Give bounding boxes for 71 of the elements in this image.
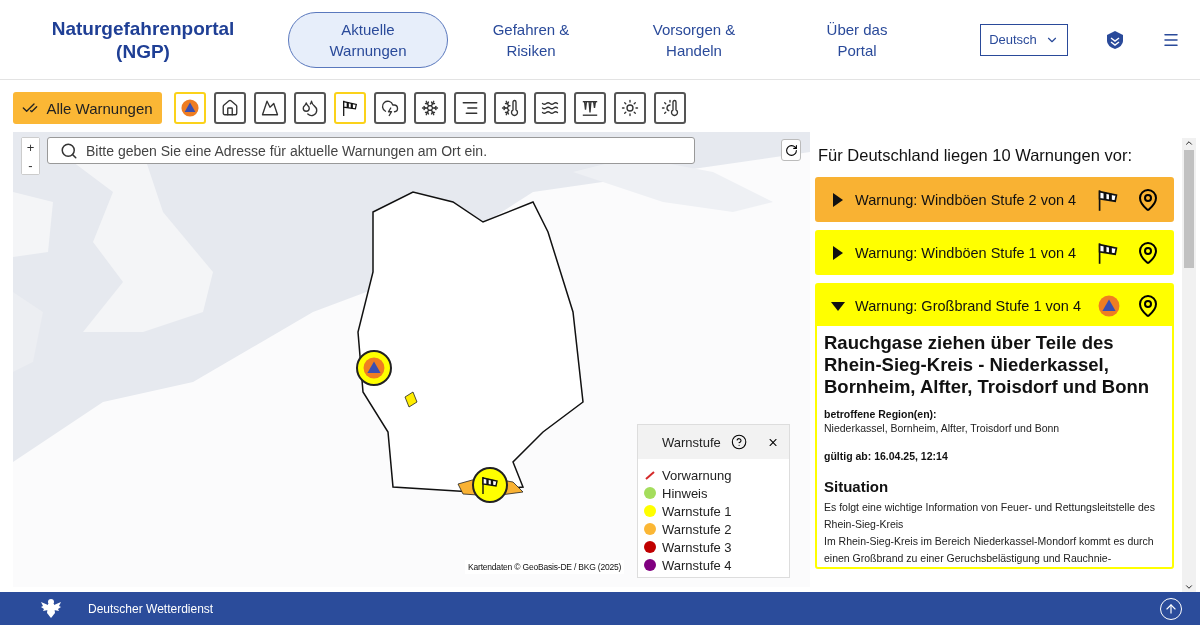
legend-label: Warnstufe 4 — [662, 557, 732, 573]
nav-link[interactable]: Vorsorgen & Handeln — [614, 11, 774, 68]
legend-label: Vorwarnung — [662, 467, 732, 483]
scroll-up-icon — [1184, 138, 1194, 148]
warning-header[interactable]: Warnung: Windböen Stufe 1 von 4 — [817, 232, 1172, 273]
language-select[interactable]: Deutsch — [980, 23, 1068, 56]
nav-link[interactable]: Gefahren & Risiken — [451, 11, 611, 68]
sun-icon — [621, 99, 639, 117]
thermometer-snowflake-icon — [501, 99, 519, 117]
snowflake-icon — [421, 99, 439, 117]
valid-from-text: gültig ab: 16.04.25, 12:14 — [824, 450, 949, 462]
filter-button[interactable] — [494, 92, 526, 124]
location-pin-icon[interactable] — [1136, 293, 1160, 318]
civil-protection-icon — [1098, 294, 1120, 317]
windsock-icon — [341, 99, 359, 117]
section-heading: Situation — [824, 478, 890, 495]
reload-button[interactable] — [781, 139, 801, 161]
droplets-icon — [301, 99, 319, 117]
all-warnings-button[interactable]: Alle Warnungen — [13, 92, 162, 124]
filter-button[interactable] — [414, 92, 446, 124]
fog-lines-icon — [461, 99, 479, 117]
windsock-icon — [1096, 187, 1120, 212]
warning-header[interactable]: Warnung: Windböen Stufe 2 von 4 — [817, 179, 1172, 220]
legend-label: Warnstufe 1 — [662, 503, 732, 519]
map-attribution: Kartendaten © GeoBasis-DE / BKG (2025) — [465, 560, 625, 574]
scrollbar-thumb[interactable] — [1184, 150, 1194, 268]
paragraph: Es folgt eine wichtige Information von Feuer- und Rettungsleitstelle des Rhein-Sieg-Kreis — [824, 500, 1156, 532]
search-field[interactable]: Bitte geben Sie eine Adresse für aktuelle Warnungen am Ort ein. — [47, 137, 695, 164]
icicles-icon — [581, 99, 599, 117]
location-pin-icon[interactable] — [1136, 240, 1160, 265]
reload-icon — [784, 143, 798, 157]
filter-button[interactable] — [614, 92, 646, 124]
nav-link[interactable]: Aktuelle Warnungen — [288, 11, 448, 68]
nav-link[interactable]: Über das Portal — [777, 11, 937, 68]
mountain-icon — [261, 99, 279, 117]
filter-button[interactable] — [294, 92, 326, 124]
site-logo[interactable]: Naturgefahrenportal (NGP) — [40, 16, 246, 63]
help-icon[interactable] — [730, 432, 747, 452]
paragraph: Im Rhein-Sieg-Kreis im Bereich Niederkassel-Mondorf kommt es durch einen Großbrand zu einer Geruchsbelästigung und Rauchnie- — [824, 534, 1155, 566]
location-pin-icon[interactable] — [1136, 187, 1160, 212]
scroll-down-icon — [1184, 582, 1194, 592]
region-label: betroffene Region(en): — [824, 408, 938, 420]
search-icon — [60, 142, 78, 160]
filter-button[interactable] — [574, 92, 606, 124]
region-text: Niederkassel, Bornheim, Alfter, Troisdorf und Bonn — [824, 421, 1061, 436]
warning-headline: Rauchgase ziehen über Teile des Rhein-Sieg-Kreis - Niederkassel, Bornheim, Alfter, Troisdorf und Bonn — [824, 332, 1151, 398]
scrollbar[interactable] — [1182, 138, 1196, 592]
filter-button[interactable] — [534, 92, 566, 124]
warning-header[interactable]: Warnung: Großbrand Stufe 1 von 4 — [817, 285, 1172, 326]
legend-label: Warnstufe 2 — [662, 521, 732, 537]
filter-button[interactable] — [254, 92, 286, 124]
legend-label: Warnstufe 3 — [662, 539, 732, 555]
warnings-heading: Für Deutschland liegen 10 Warnungen vor: — [817, 145, 1133, 166]
shield-button[interactable] — [1106, 29, 1124, 50]
legend-title: Warnstufe — [662, 434, 721, 450]
windsock-icon — [480, 475, 500, 495]
arrow-up-icon — [1164, 601, 1178, 616]
house-icon — [221, 99, 239, 117]
waves-icon — [541, 99, 559, 117]
thermometer-sun-icon — [661, 99, 679, 117]
cloud-lightning-icon — [381, 99, 399, 117]
filter-button[interactable] — [374, 92, 406, 124]
windsock-icon — [1096, 240, 1120, 265]
civil-protection-icon — [363, 357, 385, 379]
footer-label: Deutscher Wetterdienst — [88, 601, 215, 616]
shield-icon — [1106, 29, 1124, 50]
civil-protection-icon — [181, 99, 199, 117]
filter-button[interactable] — [654, 92, 686, 124]
filter-button[interactable] — [214, 92, 246, 124]
filter-button[interactable] — [454, 92, 486, 124]
legend-label: Hinweis — [662, 485, 708, 501]
